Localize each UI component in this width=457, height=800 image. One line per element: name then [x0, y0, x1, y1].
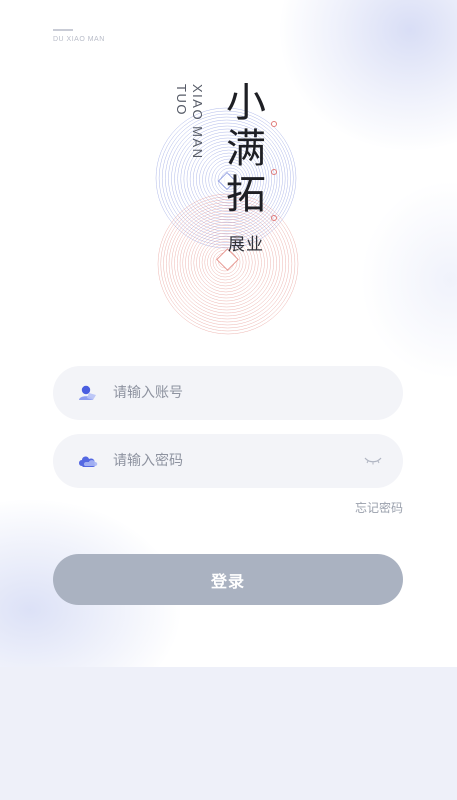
forgot-password-link[interactable]: 忘记密码: [355, 499, 403, 516]
eye-closed-icon[interactable]: [363, 452, 383, 466]
login-button[interactable]: 登录: [53, 554, 403, 605]
account-field[interactable]: [53, 366, 403, 420]
password-field[interactable]: [53, 434, 403, 488]
decor-red-dot: [271, 215, 277, 221]
brand-english-line2: TUO: [174, 84, 189, 116]
brand-english-line1: XIAO MAN: [190, 84, 205, 160]
decor-red-dot: [271, 121, 277, 127]
brand-char-2: 满: [226, 126, 266, 172]
brand-small-label: DU XIAO MAN: [53, 36, 105, 43]
user-icon: [77, 383, 99, 403]
decor-gradient-mid-right: [360, 180, 457, 380]
brand-divider: [53, 29, 73, 31]
password-input[interactable]: [111, 452, 355, 470]
login-card: DU XIAO MAN XIAO MAN TUO 小 满 拓 展业 请输入账号 …: [0, 0, 457, 667]
brand-subtitle: 展业: [228, 235, 264, 255]
cloud-lock-icon: [77, 451, 99, 471]
brand-char-3: 拓: [226, 172, 266, 218]
login-screen: DU XIAO MAN XIAO MAN TUO 小 满 拓 展业 请输入账号 …: [0, 0, 457, 800]
brand-chinese-column: 小 满 拓: [226, 80, 286, 218]
brand-char-1: 小: [226, 80, 266, 126]
account-input[interactable]: [111, 384, 355, 402]
app-logo: XIAO MAN TUO 小 满 拓 展业: [150, 78, 310, 338]
brand-english-vertical: XIAO MAN TUO: [173, 84, 205, 160]
decor-red-dot: [271, 169, 277, 175]
